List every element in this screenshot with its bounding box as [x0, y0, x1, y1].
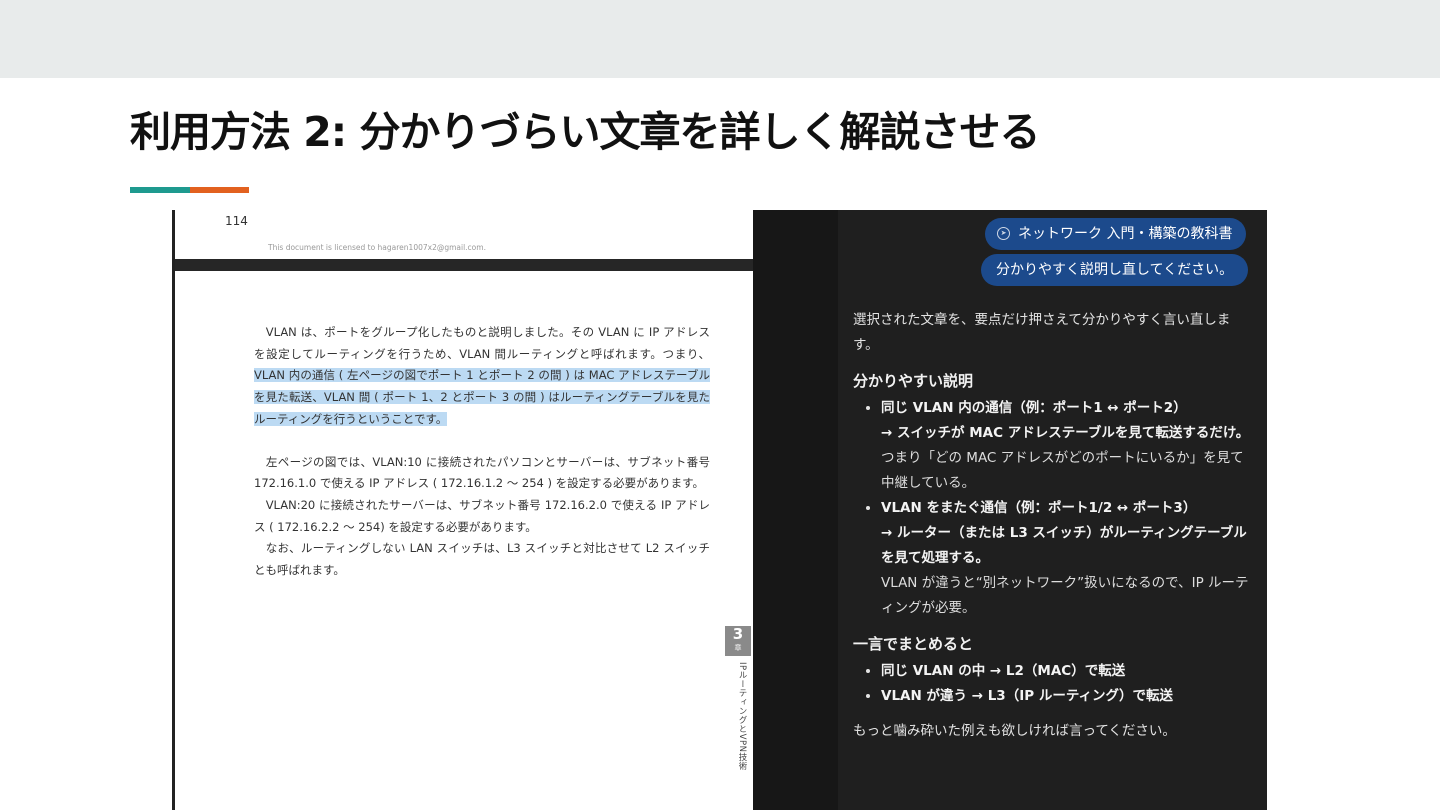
- compass-icon: ➤: [997, 226, 1010, 240]
- book-page-screenshot: 114 This document is licensed to hagaren…: [172, 210, 753, 810]
- assistant-response: 選択された文章を、要点だけ押さえて分かりやすく言い直します。 分かりやすい説明 …: [853, 308, 1255, 744]
- book-paragraph: 左ページの図では、VLAN:10 に接続されたパソコンとサーバーは、サブネット番…: [254, 452, 710, 495]
- summary-text: 同じ VLAN の中 → L2（MAC）で転送: [881, 663, 1126, 679]
- list-item: 同じ VLAN 内の通信（例：ポート1 ↔ ポート2） → スイッチが MAC …: [881, 396, 1255, 496]
- summary-list: 同じ VLAN の中 → L2（MAC）で転送 VLAN が違う → L3（IP…: [853, 659, 1255, 709]
- response-heading: 分かりやすい説明: [853, 372, 974, 390]
- paragraph-text: VLAN は、ポートをグループ化したものと説明しました。その VLAN に IP…: [254, 325, 710, 361]
- item-title: 同じ VLAN 内の通信（例：ポート1 ↔ ポート2）: [881, 400, 1187, 416]
- summary-text: VLAN が違う → L3（IP ルーティング）で転送: [881, 688, 1174, 704]
- chapter-tab: 3 章: [725, 626, 751, 656]
- response-intro: 選択された文章を、要点だけ押さえて分かりやすく言い直します。: [853, 312, 1231, 353]
- chapter-number: 3: [732, 625, 744, 643]
- chat-side-gutter: [753, 210, 838, 810]
- book-paragraph: VLAN:20 に接続されたサーバーは、サブネット番号 172.16.2.0 で…: [254, 495, 710, 538]
- item-detail: → ルーター（または L3 スイッチ）がルーティングテーブルを見て処理する。: [881, 525, 1247, 566]
- list-item: VLAN が違う → L3（IP ルーティング）で転送: [881, 684, 1255, 709]
- source-chip-label: ネットワーク 入門・構築の教科書: [1018, 226, 1233, 242]
- book-paragraph: なお、ルーティングしない LAN スイッチは、L3 スイッチと対比させて L2 …: [254, 538, 710, 581]
- user-message-text: 分かりやすく説明し直してください。: [996, 262, 1234, 278]
- list-item: VLAN をまたぐ通信（例：ポート1/2 ↔ ポート3） → ルーター（または …: [881, 496, 1255, 621]
- selected-text-highlight[interactable]: VLAN 内の通信 ( 左ページの図でポート 1 とポート 2 の間 ) は M…: [254, 368, 710, 426]
- page-separator: [175, 259, 753, 271]
- slide-title: 利用方法 2: 分かりづらい文章を詳しく解説させる: [130, 108, 1040, 156]
- item-note: VLAN が違うと“別ネットワーク”扱いになるので、IP ルーティングが必要。: [881, 575, 1249, 616]
- source-chip[interactable]: ➤ ネットワーク 入門・構築の教科書: [985, 218, 1247, 250]
- item-title: VLAN をまたぐ通信（例：ポート1/2 ↔ ポート3）: [881, 500, 1197, 516]
- user-message-bubble: 分かりやすく説明し直してください。: [981, 254, 1249, 286]
- title-accent-orange: [190, 187, 249, 193]
- chapter-label: 章: [734, 644, 742, 652]
- response-closing: もっと噛み砕いた例えも欲しければ言ってください。: [853, 723, 1176, 739]
- license-notice: This document is licensed to hagaren1007…: [268, 243, 486, 252]
- response-heading: 一言でまとめると: [853, 635, 974, 653]
- list-item: 同じ VLAN の中 → L2（MAC）で転送: [881, 659, 1255, 684]
- page-number: 114: [225, 214, 248, 228]
- paragraph-text: なお、ルーティングしない LAN スイッチは、L3 スイッチと対比させて L2 …: [254, 541, 711, 578]
- title-accent-teal: [130, 187, 190, 193]
- paragraph-text: VLAN:20 に接続されたサーバーは、サブネット番号 172.16.2.0 で…: [254, 497, 711, 534]
- explanation-list: 同じ VLAN 内の通信（例：ポート1 ↔ ポート2） → スイッチが MAC …: [853, 396, 1255, 621]
- ai-chat-panel: ➤ ネットワーク 入門・構築の教科書 分かりやすく説明し直してください。 選択され…: [753, 210, 1267, 810]
- item-note: つまり「どの MAC アドレスがどのポートにいるか」を見て中継している。: [881, 450, 1244, 491]
- slide-top-band: [0, 0, 1440, 78]
- item-detail: → スイッチが MAC アドレステーブルを見て転送するだけ。: [881, 425, 1250, 441]
- chapter-title-vertical: IPルーティングとVPN技術: [737, 662, 747, 771]
- paragraph-text: 左ページの図では、VLAN:10 に接続されたパソコンとサーバーは、サブネット番…: [254, 454, 710, 491]
- book-body-text: VLAN は、ポートをグループ化したものと説明しました。その VLAN に IP…: [254, 322, 710, 582]
- book-paragraph: VLAN は、ポートをグループ化したものと説明しました。その VLAN に IP…: [254, 322, 710, 431]
- page-edge: [172, 210, 175, 810]
